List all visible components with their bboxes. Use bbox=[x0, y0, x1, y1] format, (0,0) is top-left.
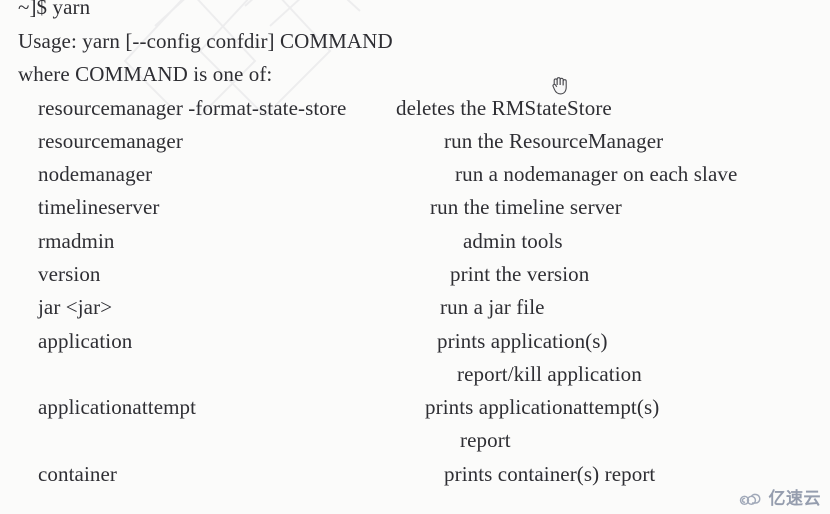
command-row: container prints container(s) report bbox=[0, 461, 830, 494]
command-row: resourcemanager -format-state-store dele… bbox=[0, 95, 830, 128]
command-row: applicationattempt prints applicationatt… bbox=[0, 394, 830, 427]
command-name: resourcemanager -format-state-store bbox=[38, 96, 347, 120]
terminal-output: ~]$ yarn Usage: yarn [--config confdir] … bbox=[0, 0, 830, 514]
watermark-text: 亿速云 bbox=[768, 489, 821, 509]
usage-text: Usage: yarn [--config confdir] COMMAND bbox=[18, 29, 393, 53]
command-description: run a jar file bbox=[440, 295, 545, 319]
command-description: run the ResourceManager bbox=[444, 129, 664, 153]
command-name: jar <jar> bbox=[38, 295, 113, 319]
command-name: version bbox=[38, 262, 101, 286]
command-description: print the version bbox=[450, 262, 590, 286]
command-name: resourcemanager bbox=[38, 129, 183, 153]
command-name: applicationattempt bbox=[38, 395, 197, 419]
command-description: report bbox=[460, 428, 511, 452]
terminal-line-usage: Usage: yarn [--config confdir] COMMAND bbox=[0, 28, 830, 61]
command-description: deletes the RMStateStore bbox=[396, 96, 612, 120]
command-name: container bbox=[38, 462, 118, 486]
command-description: prints application(s) bbox=[437, 329, 608, 353]
command-name: application bbox=[38, 329, 133, 353]
command-row: report/kill application bbox=[0, 361, 830, 394]
cloud-icon bbox=[739, 493, 760, 506]
site-watermark: 亿速云 bbox=[738, 490, 822, 508]
command-row: rmadmin admin tools bbox=[0, 228, 830, 261]
terminal-line-prompt: ~]$ yarn bbox=[0, 0, 830, 27]
command-row: report bbox=[0, 427, 830, 460]
command-name: rmadmin bbox=[38, 229, 115, 253]
command-description: run a nodemanager on each slave bbox=[455, 162, 738, 186]
prompt-text: ~]$ yarn bbox=[18, 0, 91, 19]
where-text: where COMMAND is one of: bbox=[18, 62, 273, 86]
command-row: jar <jar> run a jar file bbox=[0, 294, 830, 327]
terminal-line-where: where COMMAND is one of: bbox=[0, 61, 830, 94]
command-row: timelineserver run the timeline server bbox=[0, 194, 830, 227]
command-description: admin tools bbox=[463, 229, 563, 253]
command-row: application prints application(s) bbox=[0, 328, 830, 361]
command-description: prints container(s) report bbox=[444, 462, 656, 486]
terminal-screenshot: ~]$ yarn Usage: yarn [--config confdir] … bbox=[0, 0, 830, 514]
command-description: run the timeline server bbox=[430, 195, 622, 219]
command-name: timelineserver bbox=[38, 195, 160, 219]
command-row: nodemanager run a nodemanager on each sl… bbox=[0, 161, 830, 194]
command-description: report/kill application bbox=[457, 362, 642, 386]
command-row: version print the version bbox=[0, 261, 830, 294]
command-name: nodemanager bbox=[38, 162, 153, 186]
command-row: resourcemanager run the ResourceManager bbox=[0, 128, 830, 161]
command-description: prints applicationattempt(s) bbox=[425, 395, 660, 419]
